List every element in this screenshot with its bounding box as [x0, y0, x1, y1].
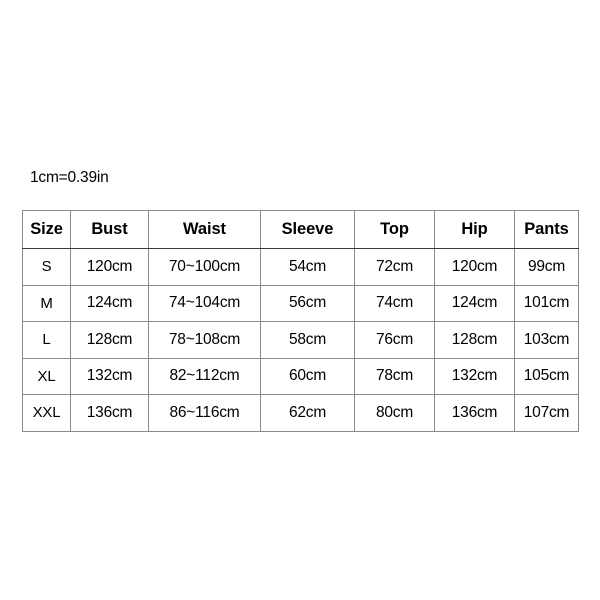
cell-sleeve: 58cm — [260, 321, 355, 359]
size-chart-table-container: Size Bust Waist Sleeve Top Hip Pants S 1… — [22, 210, 579, 432]
size-chart-page: 1cm=0.39in Size Bust Waist Sleeve Top Hi… — [0, 0, 600, 600]
cell-waist: 70~100cm — [148, 248, 261, 286]
cell-waist: 86~116cm — [148, 394, 261, 432]
cell-hip: 132cm — [434, 357, 515, 395]
cell-hip: 120cm — [434, 248, 515, 286]
table-row: M 124cm 74~104cm 56cm 74cm 124cm 101cm — [22, 284, 579, 322]
cell-pants: 105cm — [514, 357, 579, 395]
cell-hip: 136cm — [434, 394, 515, 432]
cell-top: 72cm — [354, 248, 435, 286]
table-header-row: Size Bust Waist Sleeve Top Hip Pants — [22, 210, 579, 249]
column-header-size: Size — [22, 210, 71, 249]
cell-pants: 103cm — [514, 321, 579, 359]
column-header-bust: Bust — [70, 210, 149, 249]
cell-sleeve: 56cm — [260, 284, 355, 322]
column-header-hip: Hip — [434, 210, 515, 249]
cell-pants: 107cm — [514, 394, 579, 432]
cell-pants: 99cm — [514, 248, 579, 286]
cell-waist: 82~112cm — [148, 357, 261, 395]
cell-bust: 132cm — [70, 357, 149, 395]
unit-conversion-note: 1cm=0.39in — [30, 169, 109, 186]
cell-size: L — [22, 321, 71, 359]
cell-size: XXL — [22, 394, 71, 432]
cell-top: 80cm — [354, 394, 435, 432]
cell-waist: 78~108cm — [148, 321, 261, 359]
cell-sleeve: 54cm — [260, 248, 355, 286]
size-chart-table: Size Bust Waist Sleeve Top Hip Pants S 1… — [22, 210, 579, 432]
cell-size: XL — [22, 357, 71, 395]
cell-pants: 101cm — [514, 284, 579, 322]
cell-top: 76cm — [354, 321, 435, 359]
table-row: L 128cm 78~108cm 58cm 76cm 128cm 103cm — [22, 321, 579, 359]
cell-hip: 128cm — [434, 321, 515, 359]
cell-bust: 128cm — [70, 321, 149, 359]
cell-size: M — [22, 284, 71, 322]
table-row: XL 132cm 82~112cm 60cm 78cm 132cm 105cm — [22, 357, 579, 395]
column-header-waist: Waist — [148, 210, 261, 249]
cell-hip: 124cm — [434, 284, 515, 322]
cell-size: S — [22, 248, 71, 286]
cell-sleeve: 62cm — [260, 394, 355, 432]
column-header-pants: Pants — [514, 210, 579, 249]
cell-bust: 136cm — [70, 394, 149, 432]
cell-bust: 124cm — [70, 284, 149, 322]
cell-bust: 120cm — [70, 248, 149, 286]
cell-waist: 74~104cm — [148, 284, 261, 322]
cell-top: 78cm — [354, 357, 435, 395]
cell-sleeve: 60cm — [260, 357, 355, 395]
column-header-top: Top — [354, 210, 435, 249]
cell-top: 74cm — [354, 284, 435, 322]
column-header-sleeve: Sleeve — [260, 210, 355, 249]
table-row: XXL 136cm 86~116cm 62cm 80cm 136cm 107cm — [22, 394, 579, 432]
table-row: S 120cm 70~100cm 54cm 72cm 120cm 99cm — [22, 248, 579, 286]
